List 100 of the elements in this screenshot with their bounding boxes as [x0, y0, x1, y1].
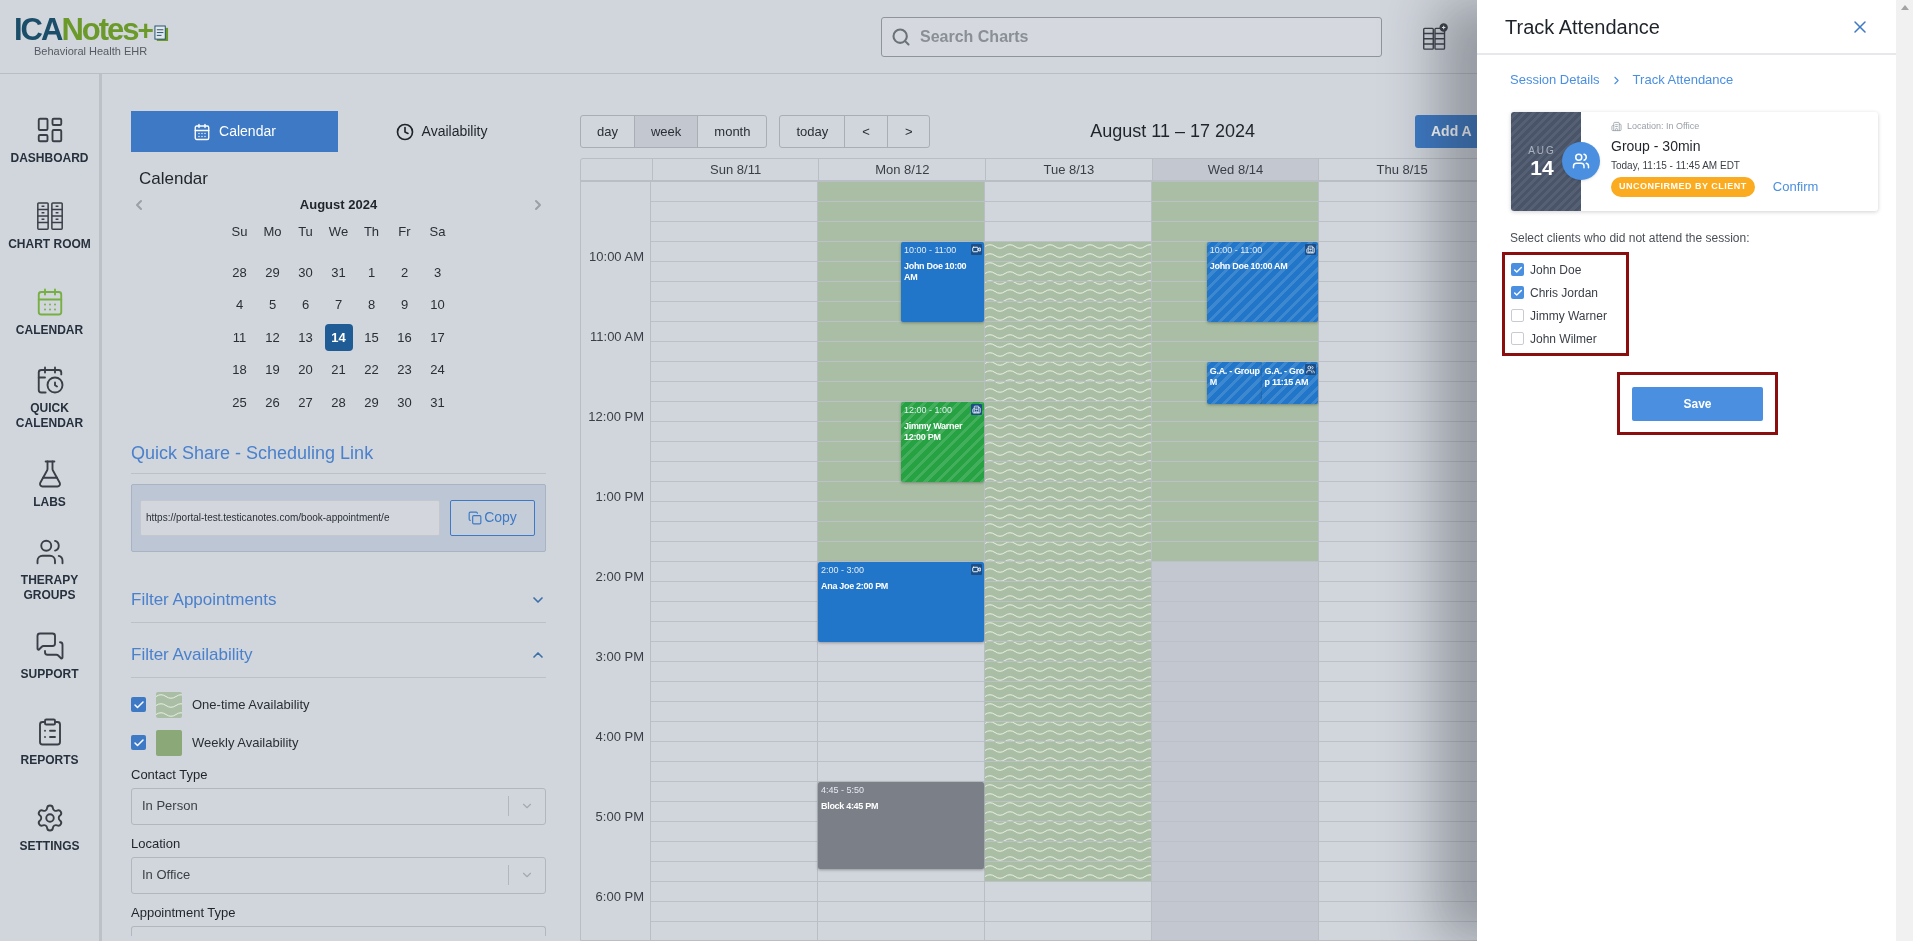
appointment-event[interactable]: G.A. - Group M	[1206, 362, 1264, 404]
date-cell[interactable]: 22	[357, 356, 386, 384]
checkbox[interactable]	[131, 735, 146, 750]
document-icon	[153, 25, 169, 42]
session-time: Today, 11:15 - 11:45 AM EDT	[1611, 158, 1741, 173]
date-cell[interactable]: 1	[357, 258, 386, 286]
date-cell[interactable]: 15	[357, 323, 386, 351]
nav-item[interactable]: REPORTS	[0, 700, 100, 784]
nav-button[interactable]: >	[886, 116, 930, 147]
drawer-title: Track Attendance	[1505, 14, 1660, 40]
nav-item[interactable]: SETTINGS	[0, 786, 100, 870]
breadcrumb-link[interactable]: Track Attendance	[1632, 70, 1734, 90]
view-button[interactable]: day	[581, 116, 634, 147]
date-cell[interactable]: 5	[258, 291, 287, 319]
date-cell[interactable]: 29	[258, 258, 287, 286]
appointment-event[interactable]: 10:00 - 11:00 John Doe 10:00 AM	[901, 242, 984, 322]
cabinet-icon	[34, 200, 65, 231]
event-title: John Doe 10:00 AM	[904, 261, 967, 283]
date-cell[interactable]: 25	[225, 388, 254, 416]
date-cell[interactable]: 16	[390, 323, 419, 351]
date-cell[interactable]: 30	[291, 258, 320, 286]
time-label: 3:00 PM	[595, 649, 644, 664]
date-cell[interactable]: 4	[225, 291, 254, 319]
date-cell[interactable]: 7	[324, 291, 353, 319]
checkbox[interactable]	[1511, 332, 1524, 345]
nav-item[interactable]: THERAPY GROUPS	[0, 528, 100, 612]
time-label: 2:00 PM	[595, 569, 644, 584]
event-time: 2:00 - 3:00	[821, 564, 865, 576]
filter-label: Weekly Availability	[192, 733, 299, 752]
video-icon	[971, 244, 982, 255]
date-cell[interactable]: 2	[390, 258, 419, 286]
date-cell[interactable]: 8	[357, 291, 386, 319]
date-cell[interactable]: 20	[291, 356, 320, 384]
date-cell[interactable]: 21	[324, 356, 353, 384]
date-cell[interactable]: 17	[423, 323, 452, 351]
nav-item[interactable]: DASHBOARD	[0, 98, 100, 182]
nav-button[interactable]: <	[844, 116, 887, 147]
client-name: John Wilmer	[1530, 330, 1597, 348]
date-day: 14	[1530, 156, 1554, 179]
appointment-event[interactable]: G.A. - Gro p 11:15 AM	[1261, 362, 1318, 404]
date-cell[interactable]: 18	[225, 356, 254, 384]
date-cell[interactable]: 10	[423, 291, 452, 319]
date-cell[interactable]: 9	[390, 291, 419, 319]
checkbox[interactable]	[131, 697, 146, 712]
date-cell[interactable]: 30	[390, 388, 419, 416]
date-cell[interactable]: 13	[291, 323, 320, 351]
select-field[interactable]: In Office	[131, 856, 546, 894]
time-label: 11:00 AM	[590, 329, 644, 344]
date-cell[interactable]: 19	[258, 356, 287, 384]
nav-item[interactable]: LABS	[0, 442, 100, 526]
blocked-time-event[interactable]: 4:45 - 5:50 Block 4:45 PM	[818, 782, 984, 869]
checkbox[interactable]	[1511, 309, 1524, 322]
date-cell[interactable]: 31	[423, 388, 452, 416]
view-tab[interactable]: Availability	[338, 111, 545, 152]
appointment-event[interactable]: 10:00 - 11:00 John Doe 10:00 AM	[1206, 242, 1318, 322]
checkbox[interactable]	[1511, 263, 1524, 276]
date-cell[interactable]: 24	[423, 356, 452, 384]
date-cell[interactable]: 29	[357, 388, 386, 416]
date-cell[interactable]: 27	[291, 388, 320, 416]
date-cell[interactable]: 3	[423, 258, 452, 286]
date-cell[interactable]: 28	[324, 388, 353, 416]
weekday-label: Mo	[262, 223, 283, 241]
nav-item[interactable]: CALENDAR	[0, 270, 100, 354]
date-cell[interactable]: 31	[324, 258, 353, 286]
view-tab[interactable]: Calendar	[131, 111, 338, 152]
nav-button[interactable]: today	[780, 116, 845, 147]
weekday-label: Su	[230, 223, 249, 241]
date-cell[interactable]: 14	[324, 323, 353, 351]
nav-item[interactable]: QUICK CALENDAR	[0, 356, 100, 440]
date-cell[interactable]: 12	[258, 323, 287, 351]
client-name: Jimmy Warner	[1530, 307, 1607, 325]
event-time: 10:00 - 11:00	[904, 244, 957, 256]
search-field[interactable]: Search Charts	[881, 16, 1382, 57]
add-appointment-button[interactable]: Add A	[1415, 115, 1477, 148]
date-cell[interactable]: 28	[225, 258, 254, 286]
date-cell[interactable]: 11	[225, 323, 254, 351]
date-cell[interactable]: 23	[390, 356, 419, 384]
date-cell[interactable]: 26	[258, 388, 287, 416]
time-label: 12:00 PM	[588, 409, 644, 424]
select-field[interactable]: In Person	[131, 787, 546, 825]
view-button[interactable]: month	[697, 116, 767, 147]
calendar-title: August 11 – 17 2024	[1089, 120, 1257, 143]
event-time: 4:45 - 5:50	[821, 784, 865, 796]
date-cell[interactable]: 6	[291, 291, 320, 319]
select-field[interactable]	[131, 925, 546, 936]
link-field[interactable]: https://portal-test.testicanotes.com/book-appointment/e	[140, 499, 440, 536]
view-button[interactable]: week	[633, 116, 698, 147]
scroll-up-icon[interactable]	[1900, 5, 1909, 10]
day-header: Wed 8/14	[1152, 159, 1320, 180]
field-label: Contact Type	[131, 765, 209, 784]
nav-item[interactable]: CHART ROOM	[0, 184, 100, 268]
day-header: Tue 8/13	[986, 159, 1153, 180]
nav-item[interactable]: SUPPORT	[0, 614, 100, 698]
cabinet-add-icon[interactable]	[1422, 22, 1448, 51]
confirm-link[interactable]: Confirm	[1772, 176, 1819, 197]
appointment-event[interactable]: 2:00 - 3:00 Ana Joe 2:00 PM	[818, 562, 984, 642]
people-icon	[34, 537, 65, 567]
checkbox[interactable]	[1511, 286, 1524, 299]
building-icon	[1611, 121, 1622, 133]
weekly-swatch	[156, 729, 182, 756]
